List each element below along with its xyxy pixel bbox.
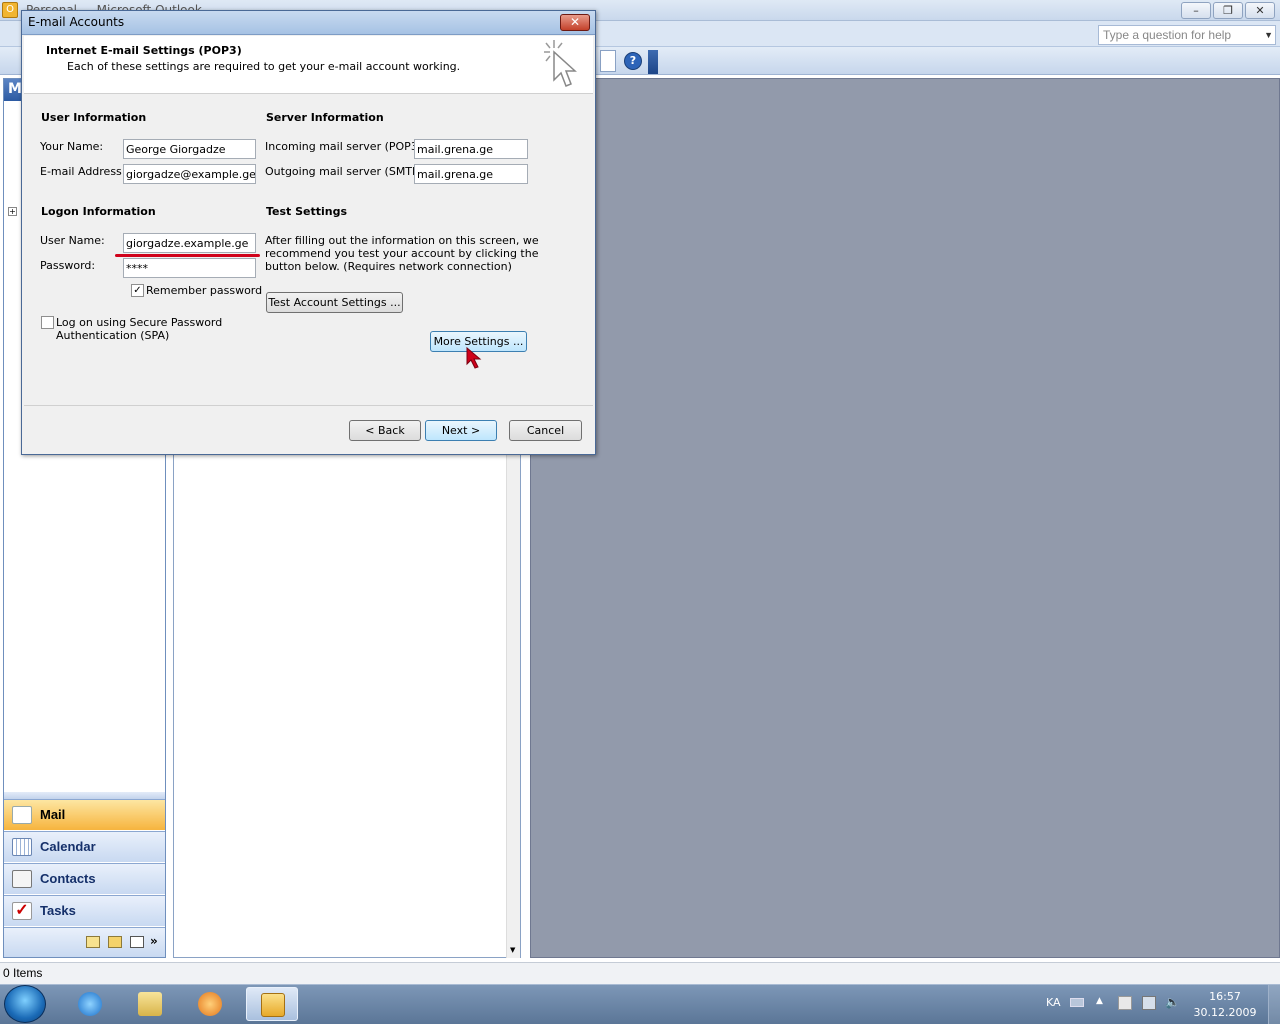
test-account-settings-button[interactable]: Test Account Settings ... (266, 292, 403, 313)
clock-date[interactable]: 30.12.2009 (1190, 1006, 1260, 1019)
server-information-heading: Server Information (266, 111, 384, 124)
test-description-line2: recommend you test your account by click… (265, 247, 539, 260)
toolbar-dropdown[interactable] (600, 50, 616, 72)
restore-button[interactable]: ❐ (1213, 2, 1243, 19)
test-description-line1: After filling out the information on thi… (265, 234, 539, 247)
nav-mail-label: Mail (40, 807, 66, 822)
cursor-click-icon (544, 40, 577, 87)
keyboard-icon[interactable] (1070, 998, 1084, 1007)
calendar-icon (12, 838, 32, 856)
dialog-title: E-mail Accounts (28, 15, 125, 29)
nav-button-tasks[interactable]: ✓ Tasks (4, 895, 165, 926)
help-search-input[interactable]: Type a question for help ▼ (1098, 25, 1276, 45)
language-indicator[interactable]: KA (1046, 996, 1061, 1009)
dialog-close-button[interactable]: ✕ (560, 14, 590, 31)
outgoing-server-label: Outgoing mail server (SMTP): (265, 165, 427, 178)
nav-button-mail[interactable]: Mail (4, 799, 165, 830)
test-settings-heading: Test Settings (266, 205, 348, 218)
nav-tasks-label: Tasks (40, 903, 76, 918)
show-hidden-icons-icon[interactable]: ▲ (1096, 996, 1103, 1006)
your-name-field[interactable]: George Giorgadze (123, 139, 256, 159)
your-name-label: Your Name: (40, 140, 104, 153)
volume-icon[interactable]: 🔈 (1165, 995, 1180, 1009)
configure-buttons-icon[interactable]: » (150, 934, 158, 948)
spa-checkbox[interactable] (41, 316, 54, 329)
outgoing-server-field[interactable]: mail.grena.ge (414, 164, 528, 184)
taskbar-outlook[interactable] (246, 987, 298, 1021)
help-placeholder: Type a question for help (1103, 28, 1232, 42)
test-description-line3: button below. (Requires network connecti… (265, 260, 512, 273)
folder-icon (138, 992, 162, 1016)
user-name-label: User Name: (40, 234, 105, 247)
mouse-pointer-icon (466, 346, 482, 369)
scroll-down-icon[interactable]: ▼ (510, 946, 515, 954)
message-list-scrollbar[interactable]: ▼ (506, 454, 520, 958)
show-desktop-button[interactable] (1268, 985, 1280, 1024)
email-address-field[interactable]: giorgadze@example.ge (123, 164, 256, 184)
shortcuts-icon[interactable] (130, 936, 144, 948)
internet-explorer-icon (78, 992, 102, 1016)
outlook-app-icon[interactable]: O (2, 2, 18, 18)
contacts-icon (12, 870, 32, 888)
taskbar-internet-explorer[interactable] (64, 987, 116, 1021)
nav-button-contacts[interactable]: Contacts (4, 863, 165, 894)
taskbar-explorer[interactable] (124, 987, 176, 1021)
clock-time[interactable]: 16:57 (1190, 990, 1260, 1003)
item-count: 0 Items (3, 966, 43, 980)
spa-label-line2[interactable]: Authentication (SPA) (56, 329, 169, 342)
password-field[interactable]: **** (123, 258, 256, 278)
user-information-heading: User Information (41, 111, 147, 124)
reading-pane (530, 78, 1280, 958)
chevron-down-icon[interactable]: ▼ (1264, 26, 1273, 44)
user-name-field[interactable]: giorgadze.example.ge (123, 233, 256, 253)
action-center-icon[interactable] (1118, 996, 1132, 1010)
close-window-button[interactable]: ✕ (1245, 2, 1275, 19)
remember-password-label[interactable]: Remember password (146, 284, 262, 297)
back-button[interactable]: < Back (349, 420, 421, 441)
annotation-underline (115, 254, 260, 257)
start-button[interactable] (4, 985, 46, 1023)
cancel-button[interactable]: Cancel (509, 420, 582, 441)
email-address-label: E-mail Address: (40, 165, 126, 178)
network-icon[interactable] (1142, 996, 1156, 1010)
remember-password-checkbox[interactable]: ✓ (131, 284, 144, 297)
help-icon[interactable]: ? (624, 52, 642, 70)
incoming-server-field[interactable]: mail.grena.ge (414, 139, 528, 159)
next-button[interactable]: Next > (425, 420, 497, 441)
dialog-separator (24, 405, 593, 406)
logon-information-heading: Logon Information (41, 205, 156, 218)
minimize-button[interactable]: – (1181, 2, 1211, 19)
outlook-icon (261, 993, 285, 1017)
incoming-server-label: Incoming mail server (POP3): (265, 140, 426, 153)
notes-icon[interactable] (86, 936, 100, 948)
tasks-icon: ✓ (12, 902, 32, 920)
media-player-icon (198, 992, 222, 1016)
nav-contacts-label: Contacts (40, 871, 96, 886)
nav-calendar-label: Calendar (40, 839, 96, 854)
pane-splitter[interactable] (4, 792, 165, 799)
taskbar-media-player[interactable] (184, 987, 236, 1021)
toolbar-options-icon[interactable] (648, 50, 658, 74)
expand-icon[interactable]: + (8, 207, 17, 216)
status-bar (0, 962, 1280, 984)
dialog-header-subtitle: Each of these settings are required to g… (67, 60, 461, 73)
password-label: Password: (40, 259, 96, 272)
nav-button-calendar[interactable]: Calendar (4, 831, 165, 862)
folder-list-icon[interactable] (108, 936, 122, 948)
nav-shortcut-bar: » (4, 927, 165, 957)
mail-icon (12, 806, 32, 824)
spa-label-line1[interactable]: Log on using Secure Password (56, 316, 222, 329)
dialog-header-title: Internet E-mail Settings (POP3) (46, 44, 242, 57)
